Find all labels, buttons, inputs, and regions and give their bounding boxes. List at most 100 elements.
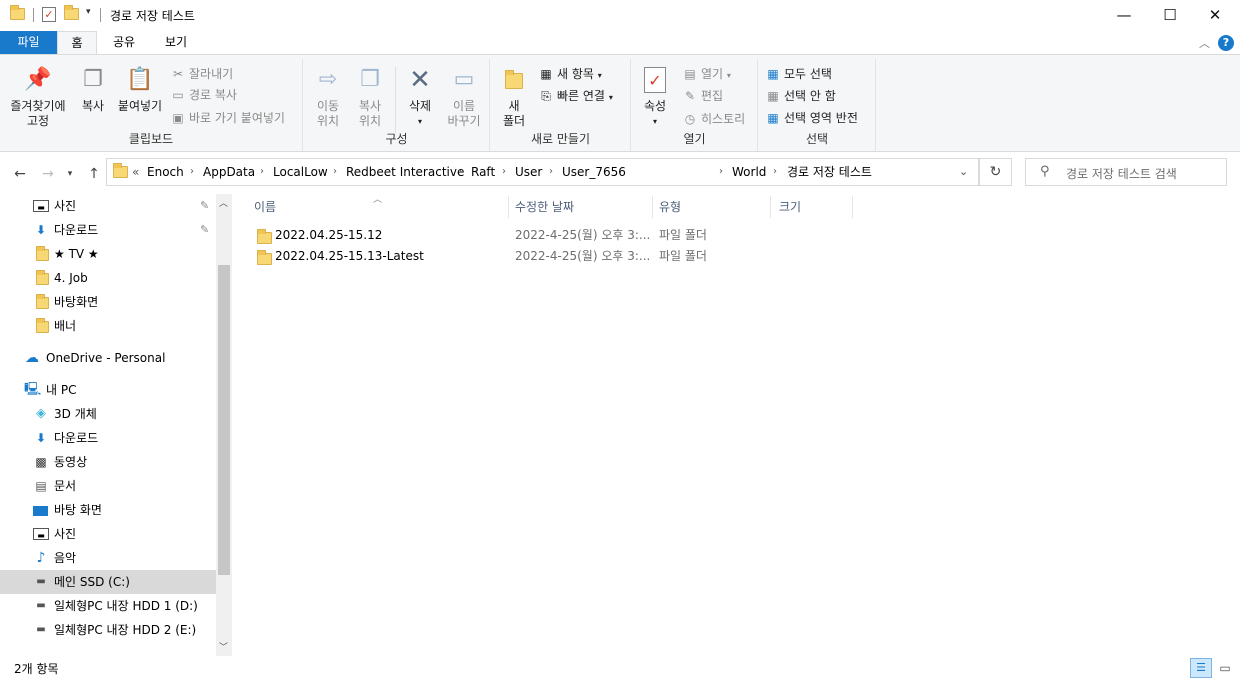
minimize-button[interactable]: — (1101, 0, 1147, 31)
move-to-button[interactable]: ⇨ 이동 위치 (308, 67, 348, 129)
breadcrumb-chevron-icon[interactable]: › (549, 159, 553, 185)
open-button[interactable]: ▤ 열기 ▾ (682, 64, 731, 84)
nav-item-pictures[interactable]: ▬ 사진 (0, 522, 216, 546)
breadcrumb-chevron-icon[interactable]: › (458, 159, 462, 185)
nav-item-this-pc[interactable]: 🖳 내 PC (0, 378, 216, 402)
address-dropdown-icon[interactable]: ⌄ (959, 159, 968, 185)
copy-path-button[interactable]: ▭ 경로 복사 (170, 85, 237, 105)
breadcrumb-overflow[interactable]: « (132, 159, 139, 185)
tab-share[interactable]: 공유 (101, 31, 147, 54)
column-divider[interactable] (852, 196, 853, 218)
pin-icon[interactable]: ✎ (200, 194, 209, 218)
breadcrumb-item[interactable]: World (732, 159, 766, 185)
nav-item-downloads-pinned[interactable]: ⬇ 다운로드 ✎ (0, 218, 216, 242)
nav-item-onedrive[interactable]: ☁ OneDrive - Personal (0, 346, 216, 370)
copy-to-button[interactable]: ❐ 복사 위치 (350, 67, 390, 129)
nav-item-documents[interactable]: ▤ 문서 (0, 474, 216, 498)
nav-item-drive-e[interactable]: ▬ 일체형PC 내장 HDD 2 (E:) (0, 618, 216, 642)
tab-view[interactable]: 보기 (152, 31, 200, 54)
column-header-size[interactable]: 크기 (779, 194, 801, 220)
rename-button[interactable]: ▭ 이름 바꾸기 (442, 67, 486, 129)
history-button[interactable]: ◷ 히스토리 (682, 109, 745, 129)
breadcrumb-item[interactable]: Raft (471, 159, 495, 185)
pin-icon[interactable]: ✎ (200, 218, 209, 242)
properties-button[interactable]: ✓ 속성 ▾ (638, 67, 672, 129)
search-box[interactable]: ⚲ 경로 저장 테스트 검색 (1025, 158, 1227, 186)
nav-item-videos[interactable]: ▩ 동영상 (0, 450, 216, 474)
table-row[interactable]: 2022.04.25-15.13-Latest 2022-4-25(월) 오후 … (254, 246, 707, 267)
copy-button[interactable]: ❐ 복사 (76, 67, 110, 114)
details-view-icon[interactable]: ☰ (1190, 658, 1212, 678)
new-folder-button[interactable]: 새 폴더 (497, 67, 531, 129)
maximize-button[interactable]: ☐ (1147, 0, 1193, 31)
scrollbar-thumb[interactable] (218, 265, 230, 575)
breadcrumb-current[interactable]: 경로 저장 테스트 (787, 159, 872, 185)
new-folder-icon[interactable] (64, 5, 80, 24)
nav-item-tv[interactable]: ★ TV ★ (0, 242, 216, 266)
scroll-down-icon[interactable]: ﹀ (219, 640, 228, 653)
help-icon[interactable]: ? (1218, 35, 1234, 51)
breadcrumb-chevron-icon[interactable]: › (333, 159, 337, 185)
nav-item-music[interactable]: ♪ 음악 (0, 546, 216, 570)
close-button[interactable]: ✕ (1192, 0, 1238, 31)
breadcrumb-chevron-icon[interactable]: › (719, 159, 723, 185)
breadcrumb-chevron-icon[interactable]: › (773, 159, 777, 185)
nav-item-3d-objects[interactable]: ◈ 3D 개체 (0, 402, 216, 426)
breadcrumb-chevron-icon[interactable]: › (190, 159, 194, 185)
new-item-button[interactable]: ▦ 새 항목 ▾ (538, 64, 601, 84)
forward-icon[interactable]: → (38, 164, 58, 184)
nav-item-label: OneDrive - Personal (46, 351, 166, 365)
column-header-date[interactable]: 수정한 날짜 (515, 194, 574, 220)
breadcrumb-chevron-icon[interactable]: › (260, 159, 264, 185)
refresh-button[interactable]: ↻ (979, 158, 1012, 186)
customize-quick-access-icon[interactable]: ▾ (86, 7, 91, 17)
nav-item-drive-c[interactable]: ▬ 메인 SSD (C:) (0, 570, 216, 594)
back-icon[interactable]: ← (10, 164, 30, 184)
properties-dropdown-icon[interactable]: ▾ (638, 114, 672, 129)
recent-locations-icon[interactable]: ▾ (60, 164, 80, 184)
breadcrumb-item[interactable]: Redbeet Interactive (346, 159, 464, 185)
paste-button[interactable]: 📋 붙여넣기 (114, 67, 166, 114)
properties-icon[interactable]: ✓ (42, 7, 56, 22)
cut-button[interactable]: ✂ 잘라내기 (170, 64, 233, 84)
breadcrumb-item[interactable]: User (515, 159, 542, 185)
easy-access-button[interactable]: ⎘ 빠른 연결 ▾ (538, 86, 613, 106)
delete-dropdown-icon[interactable]: ▾ (400, 114, 440, 129)
nav-item-drive-d[interactable]: ▬ 일체형PC 내장 HDD 1 (D:) (0, 594, 216, 618)
breadcrumb-item[interactable]: LocalLow (273, 159, 328, 185)
pin-quick-access-button[interactable]: 📌 즐겨찾기에 고정 (4, 67, 72, 129)
nav-item-job[interactable]: 4. Job (0, 266, 216, 290)
edit-button[interactable]: ✎ 편집 (682, 86, 723, 106)
nav-item-desktop[interactable]: 바탕 화면 (0, 498, 216, 522)
nav-item-pictures-pinned[interactable]: ▬ 사진 ✎ (0, 194, 216, 218)
column-header-type[interactable]: 유형 (659, 194, 681, 220)
invert-selection-button[interactable]: ▦ 선택 영역 반전 (765, 108, 858, 128)
select-none-button[interactable]: ▦ 선택 안 함 (765, 86, 835, 106)
breadcrumb-item[interactable]: AppData (203, 159, 255, 185)
column-divider[interactable] (508, 196, 509, 218)
scroll-up-icon[interactable]: ︿ (219, 196, 228, 209)
column-header-name[interactable]: 이름 (254, 194, 276, 220)
up-icon[interactable]: ↑ (84, 164, 104, 184)
column-divider[interactable] (652, 196, 653, 218)
column-divider[interactable] (770, 196, 771, 218)
breadcrumb-chevron-icon[interactable]: › (502, 159, 506, 185)
select-all-button[interactable]: ▦ 모두 선택 (765, 64, 832, 84)
tab-home[interactable]: 홈 (57, 31, 97, 55)
item-count: 2개 항목 (14, 662, 59, 676)
breadcrumb-item[interactable]: User_7656 (562, 159, 626, 185)
address-bar[interactable]: « Enoch › AppData › LocalLow › Redbeet I… (106, 158, 979, 186)
nav-item-desktop-folder[interactable]: 바탕화면 (0, 290, 216, 314)
divider (100, 8, 101, 22)
nav-item-banner[interactable]: 배너 (0, 314, 216, 338)
table-row[interactable]: 2022.04.25-15.12 2022-4-25(월) 오후 3:... 파… (254, 225, 707, 246)
collapse-ribbon-icon[interactable]: ︿ (1199, 35, 1210, 51)
delete-button[interactable]: ✕ 삭제 ▾ (400, 67, 440, 129)
breadcrumb-item[interactable]: Enoch (147, 159, 184, 185)
tab-file[interactable]: 파일 (0, 31, 57, 54)
paste-shortcut-button[interactable]: ▣ 바로 가기 붙여넣기 (170, 108, 285, 128)
large-icons-view-icon[interactable]: ▭ (1215, 658, 1235, 678)
nav-item-downloads[interactable]: ⬇ 다운로드 (0, 426, 216, 450)
pictures-icon: ▬ (33, 528, 49, 540)
rename-icon: ▭ (453, 67, 475, 92)
